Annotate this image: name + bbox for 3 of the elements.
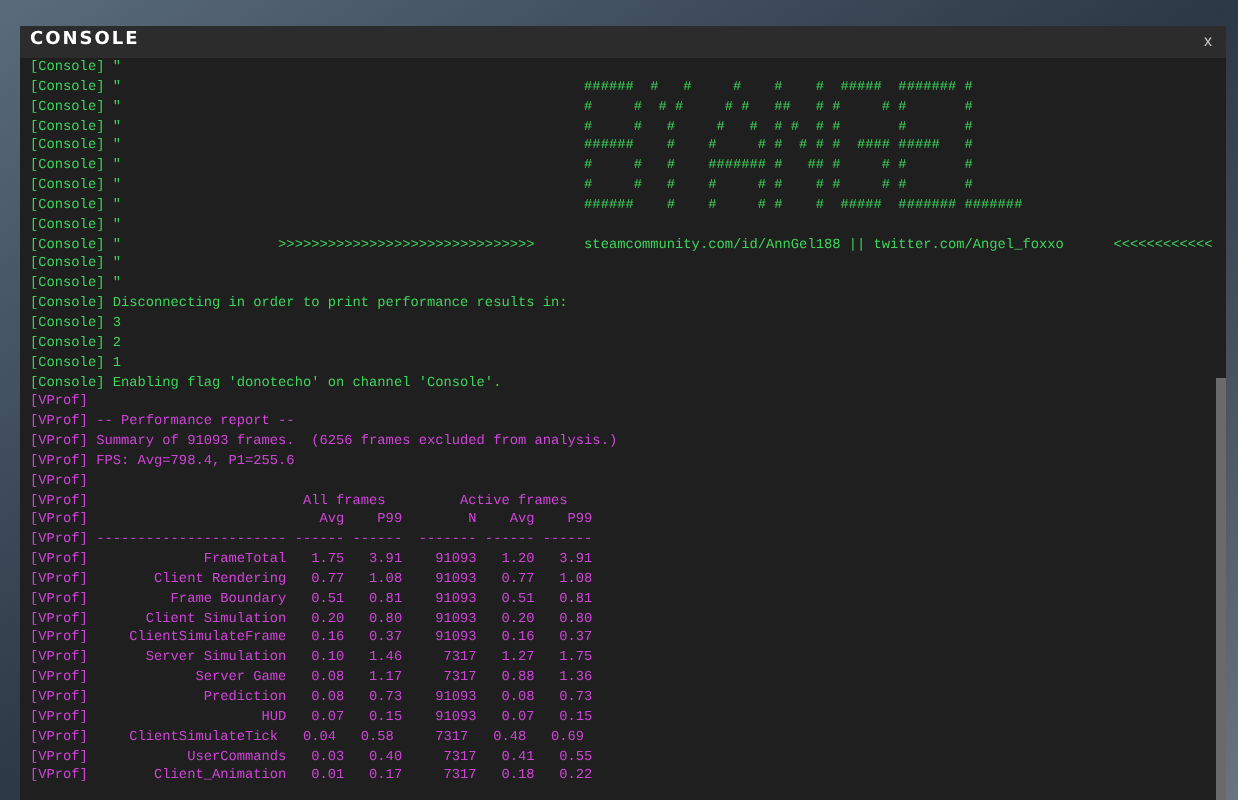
scrollbar-thumb[interactable]	[1216, 378, 1226, 800]
close-button[interactable]: x	[1200, 34, 1216, 50]
window-title: CONSOLE	[30, 28, 140, 55]
